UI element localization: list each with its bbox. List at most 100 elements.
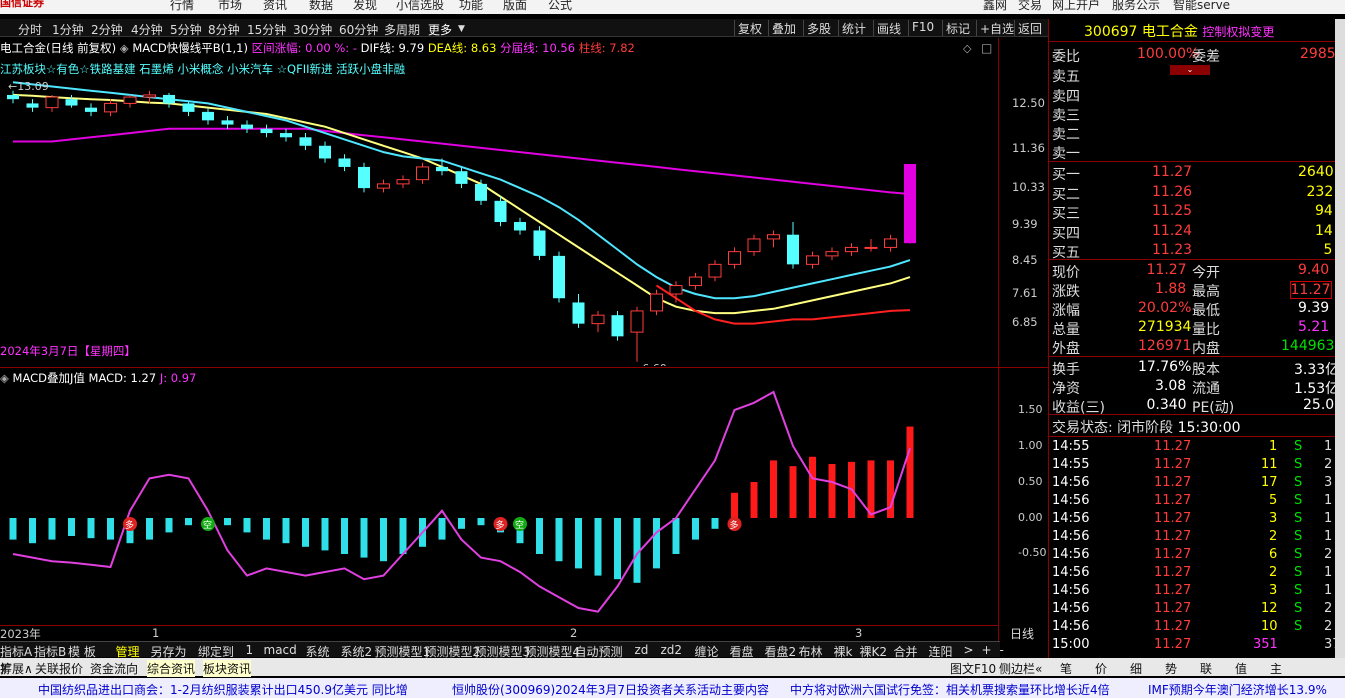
- indicator-tabs: 指标A 指标B 模 板管理 另存为 绑定到 1 macd 系统 系统2 预测模型1 预测模型2 预测模…: [0, 641, 1004, 659]
- chevron-down-icon[interactable]: ▼: [458, 24, 465, 34]
- macd-chart[interactable]: 多空多空多: [0, 380, 998, 625]
- tick-row: 14:55 11.27 1 S 1: [1052, 439, 1333, 454]
- toolbar-button[interactable]: 多股: [803, 20, 834, 36]
- tick-row: 14:56 11.27 17 S 3: [1052, 475, 1333, 490]
- side-toolbar[interactable]: [1335, 19, 1345, 659]
- ask-row: 卖四: [1052, 89, 1080, 105]
- panel-tab[interactable]: 关联报价: [35, 660, 83, 677]
- menu-item[interactable]: 功能: [459, 0, 483, 13]
- toolbar-button[interactable]: +自选: [976, 20, 1017, 36]
- panel-tab[interactable]: 笔: [1060, 660, 1072, 677]
- period-more[interactable]: 更多: [428, 21, 452, 38]
- toolbar-button[interactable]: 统计: [838, 20, 869, 36]
- menu-item[interactable]: 数据: [309, 0, 333, 13]
- candle-body: [669, 285, 683, 295]
- diamond-icon[interactable]: ◇: [963, 42, 971, 55]
- indicator-tab[interactable]: -: [1000, 643, 1004, 657]
- period-tab[interactable]: 4分钟: [131, 21, 163, 38]
- toolbar-button[interactable]: 复权: [734, 20, 765, 36]
- panel-tab[interactable]: 价: [1095, 660, 1107, 677]
- period-tab[interactable]: 5分钟: [170, 21, 202, 38]
- panel-tab[interactable]: 综合资讯: [147, 660, 196, 677]
- macd-bar: [614, 518, 621, 580]
- ma-line-red: [655, 284, 911, 325]
- toolbar-button[interactable]: F10: [908, 20, 937, 36]
- toolbar-button[interactable]: 画线: [873, 20, 904, 36]
- menu-item-right[interactable]: 交易: [1018, 0, 1042, 13]
- macd-bar: [711, 518, 719, 529]
- period-tab[interactable]: 8分钟: [208, 21, 240, 38]
- period-tab[interactable]: 分时: [18, 21, 42, 38]
- candle-body: [377, 183, 390, 189]
- macd-bar: [828, 464, 836, 518]
- candlestick-chart[interactable]: ←13.09 ←6.60: [0, 78, 998, 366]
- candle-body: [533, 230, 546, 256]
- indicator-tab[interactable]: zd2: [661, 643, 683, 657]
- panel-tab[interactable]: 侧边栏«: [999, 660, 1042, 677]
- macd-bar: [302, 518, 309, 547]
- panel-tab[interactable]: 筹: [0, 660, 12, 677]
- menu-item[interactable]: 版面: [503, 0, 527, 13]
- news-item[interactable]: 恒帅股份(300969)2024年3月7日投资者关系活动主要内容: [452, 681, 769, 698]
- macd-bar: [380, 518, 387, 562]
- panel-tab[interactable]: 联: [1200, 660, 1212, 677]
- menu-item[interactable]: 小信选股: [396, 0, 444, 13]
- axis-divider: [998, 38, 999, 643]
- period-tab[interactable]: 多周期: [384, 21, 420, 38]
- indicator-tab[interactable]: >: [964, 643, 974, 657]
- macd-bar: [9, 518, 17, 540]
- y-tick: 10.33: [1012, 180, 1045, 194]
- menu-item[interactable]: 发现: [353, 0, 377, 13]
- indicator-tab[interactable]: zd: [635, 643, 649, 657]
- news-item[interactable]: IMF预期今年澳门经济增长13.9%: [1148, 681, 1327, 698]
- period-tab[interactable]: 2分钟: [91, 21, 123, 38]
- period-tab[interactable]: 60分钟: [339, 21, 378, 38]
- toolbar-button[interactable]: 叠加: [768, 20, 799, 36]
- menu-item-right[interactable]: 智能serve: [1173, 0, 1230, 13]
- news-item[interactable]: 中方将对欧洲六国试行免签：相关机票搜索量环比增长近4倍: [790, 681, 1110, 698]
- panel-tab[interactable]: 资金流向: [90, 660, 138, 677]
- indicator-tab[interactable]: macd: [264, 643, 297, 657]
- stat-row: 净资 3.08 流通 1.53亿: [1052, 378, 1340, 397]
- toolbar-button[interactable]: 标记: [942, 20, 973, 36]
- period-tab[interactable]: 1分钟: [52, 21, 84, 38]
- toolbar-button[interactable]: 返回: [1014, 20, 1045, 36]
- menu-item[interactable]: 公式: [548, 0, 572, 13]
- macd-bar: [809, 456, 816, 518]
- macd-bar: [555, 518, 563, 562]
- ask-row: 卖一: [1052, 146, 1080, 162]
- macd-bar: [653, 518, 660, 569]
- sub-y-tick: 1.50: [1018, 403, 1043, 416]
- menu-item[interactable]: 行情: [170, 0, 194, 13]
- collapse-icon[interactable]: ⌄: [1170, 65, 1210, 75]
- indicator-name[interactable]: MACD快慢线平B(1,1): [132, 41, 248, 55]
- macd-bar: [341, 518, 348, 554]
- panel-tab[interactable]: 主: [1270, 660, 1282, 677]
- period-label[interactable]: 日线: [1010, 625, 1034, 642]
- period-tab[interactable]: 15分钟: [247, 21, 286, 38]
- menu-item-right[interactable]: 服务公示: [1112, 0, 1160, 13]
- menu-item-right[interactable]: 鑫网: [983, 0, 1007, 13]
- menu-item[interactable]: 市场: [218, 0, 242, 13]
- candle-body: [475, 183, 487, 201]
- candle-body: [65, 99, 78, 106]
- candle-body: [163, 94, 175, 104]
- indicator-tab[interactable]: +: [982, 643, 992, 657]
- bid-row: 买三 11.25 94: [1052, 203, 1333, 222]
- menu-item-right[interactable]: 网上开户: [1052, 0, 1100, 13]
- panel-tab[interactable]: 势: [1165, 660, 1177, 677]
- menu-item[interactable]: 资讯: [263, 0, 287, 13]
- panel-tab[interactable]: 细: [1130, 660, 1142, 677]
- period-tab[interactable]: 30分钟: [293, 21, 332, 38]
- candle-body: [7, 94, 19, 100]
- indicator-tab[interactable]: 1: [246, 643, 254, 657]
- indicator-icon[interactable]: ◈: [120, 41, 129, 55]
- news-item[interactable]: 中国纺织品进出口商会：1-2月纺织服装累计出口450.9亿美元 同比增: [38, 681, 408, 698]
- panel-tab[interactable]: 板块资讯: [203, 660, 252, 677]
- candle-body: [182, 103, 195, 112]
- close-icon[interactable]: □: [981, 41, 992, 55]
- panel-tab[interactable]: 图文F10: [950, 660, 996, 677]
- macd-bar: [458, 518, 465, 529]
- panel-tab[interactable]: 值: [1235, 660, 1247, 677]
- stock-tag[interactable]: 控制权拟变更: [1202, 25, 1274, 39]
